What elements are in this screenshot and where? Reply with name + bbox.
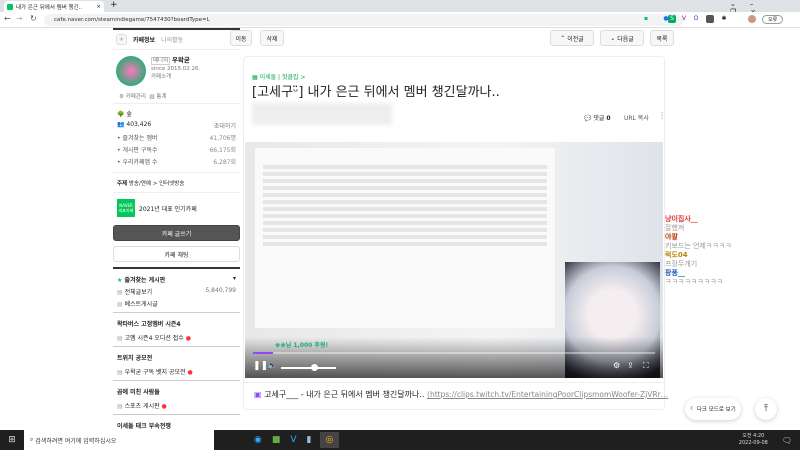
prev-post-button[interactable]: ⌃ 이전글 bbox=[550, 30, 594, 46]
star-icon[interactable]: ★ bbox=[116, 34, 127, 45]
app-icon[interactable]: V bbox=[290, 435, 296, 445]
video-content-browser bbox=[255, 148, 555, 328]
write-post-button[interactable]: 카페 글쓰기 bbox=[113, 225, 240, 241]
reload-icon[interactable]: ↻ bbox=[30, 14, 37, 23]
settings-icon[interactable]: ⚙ bbox=[613, 361, 620, 370]
board-item[interactable]: ▤ 베스트게시글 bbox=[113, 298, 240, 310]
back-icon[interactable]: ← bbox=[4, 14, 11, 23]
stats-link[interactable]: 통계 bbox=[156, 94, 166, 100]
notification-icon[interactable]: 🗨 bbox=[782, 436, 792, 445]
pause-icon[interactable]: ❚❚ bbox=[253, 361, 268, 371]
board-item[interactable]: ▤ 전체글보기 5,840,799 bbox=[113, 286, 240, 298]
board-item[interactable]: ▤ 우왁굳 구독 뱃지 공모전 ● bbox=[113, 366, 240, 378]
chrome-icon[interactable]: ◎ bbox=[319, 432, 340, 448]
chat-overlay: 냥이집사__ 잘했져 야팔 키보드는 언제ㅋㅋㅋㅋ 럭도04 프장두개기 팡퐁__ ㅋㅋㅋㅋㅋ… bbox=[665, 215, 800, 287]
since-date: since 2015.02.26. bbox=[151, 66, 201, 72]
chevron-down-icon[interactable]: ▾ bbox=[233, 275, 236, 284]
address-bar-row: ← → ↻ cafe.naver.com/steamindiegame/7547… bbox=[0, 12, 800, 28]
stat-row: • 즐겨찾는 멤버 41,706명 bbox=[117, 135, 236, 142]
page-title: [고세구ᵕ̈] 내가 은근 뒤에서 멤버 챙긴달까나.. bbox=[252, 85, 500, 100]
chat-message: 팡퐁__ ㅋㅋㅋㅋㅋㅋㅋㅋㅋ bbox=[665, 269, 723, 286]
clock[interactable]: 오전 4:20 2022-09-08 bbox=[739, 433, 768, 447]
author-info-blurred bbox=[252, 103, 392, 125]
comment-count[interactable]: 💬 댓글 0 bbox=[584, 113, 611, 122]
donation-alert: ♚♚님 1,000 후원! bbox=[275, 342, 329, 349]
chat-message: 야팔 키보드는 언제ㅋㅋㅋㅋ bbox=[665, 233, 732, 250]
sidebar: ★ 카페정보 나의활동 매니저 우왁굳 since 2015.02.26. 카페… bbox=[113, 28, 240, 430]
stat-row: • 우리카페앱 수 6,287회 bbox=[117, 159, 236, 166]
board-item[interactable]: ▤ 스포츠 게시판 ● bbox=[113, 400, 240, 412]
breadcrumb[interactable]: ▦ 이세돌 | 핫클립 > bbox=[252, 72, 305, 81]
more-icon[interactable]: ⋮ bbox=[658, 111, 666, 120]
cafe-manage-link[interactable]: 카페관리 bbox=[126, 94, 146, 100]
url-copy-button[interactable]: URL 복사 bbox=[624, 113, 649, 122]
forward-icon[interactable]: → bbox=[16, 14, 23, 23]
cafe-chat-button[interactable]: 카페 채팅 bbox=[113, 246, 240, 262]
invite-link[interactable]: 초대하기 bbox=[214, 121, 236, 130]
new-tab-icon[interactable]: + bbox=[110, 0, 118, 10]
scroll-top-button[interactable]: ⤒ bbox=[755, 398, 777, 420]
avatar[interactable] bbox=[748, 15, 756, 23]
minecraft-icon[interactable]: ■ bbox=[272, 435, 281, 445]
volume-slider[interactable] bbox=[281, 364, 336, 371]
tab-my-activity[interactable]: 나의활동 bbox=[161, 35, 183, 44]
share-icon[interactable]: ⇪ bbox=[627, 361, 634, 370]
board-group-header[interactable]: 트위치 공모전 bbox=[113, 345, 240, 366]
url-input[interactable]: cafe.naver.com/steamindiegame/7547430?bo… bbox=[44, 14, 684, 26]
delete-button[interactable]: 삭제 bbox=[260, 30, 284, 46]
topic-value: 방송/연예 > 인터넷방송 bbox=[128, 180, 185, 187]
tab-bar: 내가 은근 뒤에서 멤버 챙긴..× + ⌄–❐× bbox=[0, 0, 800, 16]
move-button[interactable]: 이동 bbox=[230, 30, 252, 46]
board-group-header[interactable]: 왁타버스 고정멤버 시즌4 bbox=[113, 311, 240, 332]
fullscreen-icon[interactable]: ⛶ bbox=[643, 361, 649, 371]
member-count: 👥 403,426 bbox=[117, 121, 152, 128]
cafe-logo bbox=[116, 56, 146, 86]
chat-message: 냥이집사__ 잘했져 bbox=[665, 215, 698, 232]
award-text: 2021년 대표 인기카페 bbox=[139, 205, 197, 213]
extension-icon[interactable]: O bbox=[692, 15, 700, 23]
manager-badge: 매니저 bbox=[151, 57, 171, 65]
next-post-button[interactable]: ⌄ 다음글 bbox=[600, 30, 644, 46]
manager-name[interactable]: 우왁굳 bbox=[172, 56, 190, 64]
cafe-intro-link[interactable]: 카페소개 bbox=[151, 74, 171, 80]
app-icon[interactable]: ▮ bbox=[307, 435, 312, 445]
article-toolbar: 이동 삭제 ⌃ 이전글 ⌄ 다음글 목록 bbox=[230, 30, 674, 48]
twitch-link[interactable]: ▣ 고세구___ - 내가 은근 뒤에서 멤버 챙긴달까나.. (https:/… bbox=[254, 389, 668, 400]
board-group-header[interactable]: 곱에 미친 사람들 bbox=[113, 379, 240, 400]
taskbar-search-input[interactable]: ⌕ 검색하려면 여기에 입력하십시오 bbox=[24, 430, 214, 450]
topic-label: 주제 bbox=[117, 180, 128, 187]
tab-title: 내가 은근 뒤에서 멤버 챙긴.. bbox=[16, 4, 83, 11]
chat-message: 럭도04 프장두개기 bbox=[665, 251, 698, 268]
volume-icon[interactable]: 🔈 bbox=[267, 361, 277, 370]
extension-icon[interactable]: V bbox=[680, 15, 688, 23]
dark-mode-button[interactable]: ☾ 다크 모드로 보기 bbox=[685, 398, 741, 420]
extension-icon[interactable]: S bbox=[668, 15, 676, 23]
extension-icon[interactable] bbox=[706, 15, 714, 23]
stat-row: • 게시판 구독수 66,175회 bbox=[117, 147, 236, 154]
twitch-icon: ▣ bbox=[254, 390, 262, 399]
naver-badge: NAVER 대표카페 bbox=[117, 199, 135, 217]
level-label: 🌳 숲 bbox=[117, 111, 132, 118]
close-tab-icon[interactable]: × bbox=[96, 4, 101, 10]
taskbar: ⊞ ⌕ 검색하려면 여기에 입력하십시오 ◉ ■ V ▮ ◎ 오전 4:20 20… bbox=[0, 430, 800, 450]
board-item[interactable]: ▤ 고멤 시즌4 오디션 접수 ● bbox=[113, 332, 240, 344]
puzzle-icon[interactable]: ✱ bbox=[720, 15, 728, 23]
profile-error-button[interactable]: 오류 bbox=[762, 15, 784, 24]
video-player[interactable]: ♚♚님 1,000 후원! ❚❚ 🔈 ⚙ ⇪ ⛶ bbox=[245, 142, 663, 378]
progress-bar[interactable] bbox=[253, 352, 655, 354]
windows-start-icon[interactable]: ⊞ bbox=[0, 435, 24, 445]
browser-tab[interactable]: 내가 은근 뒤에서 멤버 챙긴.. × bbox=[4, 1, 104, 12]
cafe-favicon-icon bbox=[7, 3, 13, 10]
list-button[interactable]: 목록 bbox=[650, 30, 674, 46]
favorites-header[interactable]: 즐겨찾는 게시판 bbox=[124, 277, 165, 284]
tab-cafe-info[interactable]: 카페정보 bbox=[133, 35, 155, 44]
edge-icon[interactable]: ◉ bbox=[254, 435, 262, 445]
